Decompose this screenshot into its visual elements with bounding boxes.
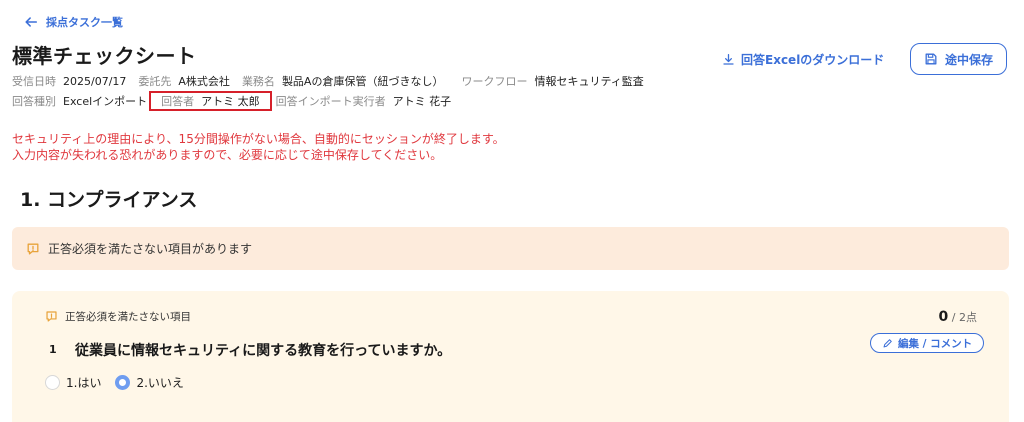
radio-yes[interactable]: [45, 375, 60, 390]
save-draft-label: 途中保存: [944, 52, 993, 67]
back-link-label: 採点タスク一覧: [46, 16, 123, 29]
answer-option-yes-label: 1.はい: [66, 376, 102, 390]
respondent-label: 回答者: [161, 95, 195, 108]
requirement-alert: 正答必須を満たさない項目があります: [12, 227, 1009, 270]
question-flag: 正答必須を満たさない項目: [45, 309, 191, 324]
question-flag-text: 正答必須を満たさない項目: [65, 311, 191, 323]
download-icon: [723, 53, 734, 65]
workflow-value: 情報セキュリティ監査: [534, 75, 644, 88]
score-value: 0: [938, 309, 949, 325]
alert-message-icon: [27, 243, 39, 254]
respondent-highlight-box: 回答者 アトミ 太郎: [149, 91, 272, 111]
business-label: 業務名: [241, 75, 275, 88]
session-warning-line-2: 入力内容が失われる恐れがありますので、必要に応じて途中保存してください。: [12, 148, 443, 162]
answer-option-no[interactable]: 2.いいえ: [115, 374, 184, 391]
answer-options: 1.はい 2.いいえ: [45, 374, 184, 391]
client-label: 委託先: [138, 75, 172, 88]
download-excel-label: 回答Excelのダウンロード: [741, 53, 885, 67]
question-score: 0 / 2点: [939, 309, 977, 325]
requirement-alert-text: 正答必須を満たさない項目があります: [48, 242, 253, 256]
floppy-disk-icon: [925, 53, 937, 65]
session-warning: セキュリティ上の理由により、15分間操作がない場合、自動的にセッションが終了しま…: [12, 131, 505, 163]
edit-comment-button[interactable]: 編集 / コメント: [870, 333, 985, 353]
radio-no-selected[interactable]: [115, 375, 131, 390]
page-title: 標準チェックシート: [12, 44, 197, 68]
pencil-icon: [883, 338, 892, 347]
answer-type-value: Excelインポート: [63, 95, 148, 108]
workflow-label: ワークフロー: [461, 75, 528, 88]
save-draft-button[interactable]: 途中保存: [910, 43, 1007, 75]
meta-row-1: 受信日時 2025/07/17 委託先 A株式会社 業務名 製品Aの倉庫保管（紐…: [12, 73, 656, 89]
respondent-value: アトミ 太郎: [201, 95, 260, 108]
edit-comment-label: 編集 / コメント: [898, 337, 973, 350]
score-total: / 2点: [948, 311, 977, 324]
arrow-left-icon: [25, 17, 38, 27]
question-number: 1: [49, 343, 57, 356]
back-link[interactable]: 採点タスク一覧: [24, 14, 123, 30]
importer-label: 回答インポート実行者: [275, 95, 386, 108]
section-title: 1. コンプライアンス: [20, 189, 198, 211]
received-date-label: 受信日時: [12, 75, 56, 88]
alert-message-icon: [46, 311, 57, 322]
question-card: 正答必須を満たさない項目 0 / 2点 編集 / コメント 1 従業員に情報セキ…: [12, 291, 1009, 422]
answer-option-no-label: 2.いいえ: [136, 376, 184, 390]
received-date-value: 2025/07/17: [63, 74, 127, 88]
download-excel-link[interactable]: 回答Excelのダウンロード: [722, 51, 884, 68]
meta-row-2: 回答種別 Excelインポート 回答者 アトミ 太郎 回答インポート実行者 アト…: [12, 91, 463, 111]
question-text: 従業員に情報セキュリティに関する教育を行っていますか。: [75, 343, 452, 359]
importer-value: アトミ 花子: [392, 95, 452, 108]
session-warning-line-1: セキュリティ上の理由により、15分間操作がない場合、自動的にセッションが終了しま…: [12, 132, 505, 146]
answer-type-label: 回答種別: [12, 95, 56, 108]
client-value: A株式会社: [178, 75, 230, 88]
answer-option-yes[interactable]: 1.はい: [45, 374, 101, 391]
business-value: 製品Aの倉庫保管（紐づきなし）: [281, 75, 444, 88]
